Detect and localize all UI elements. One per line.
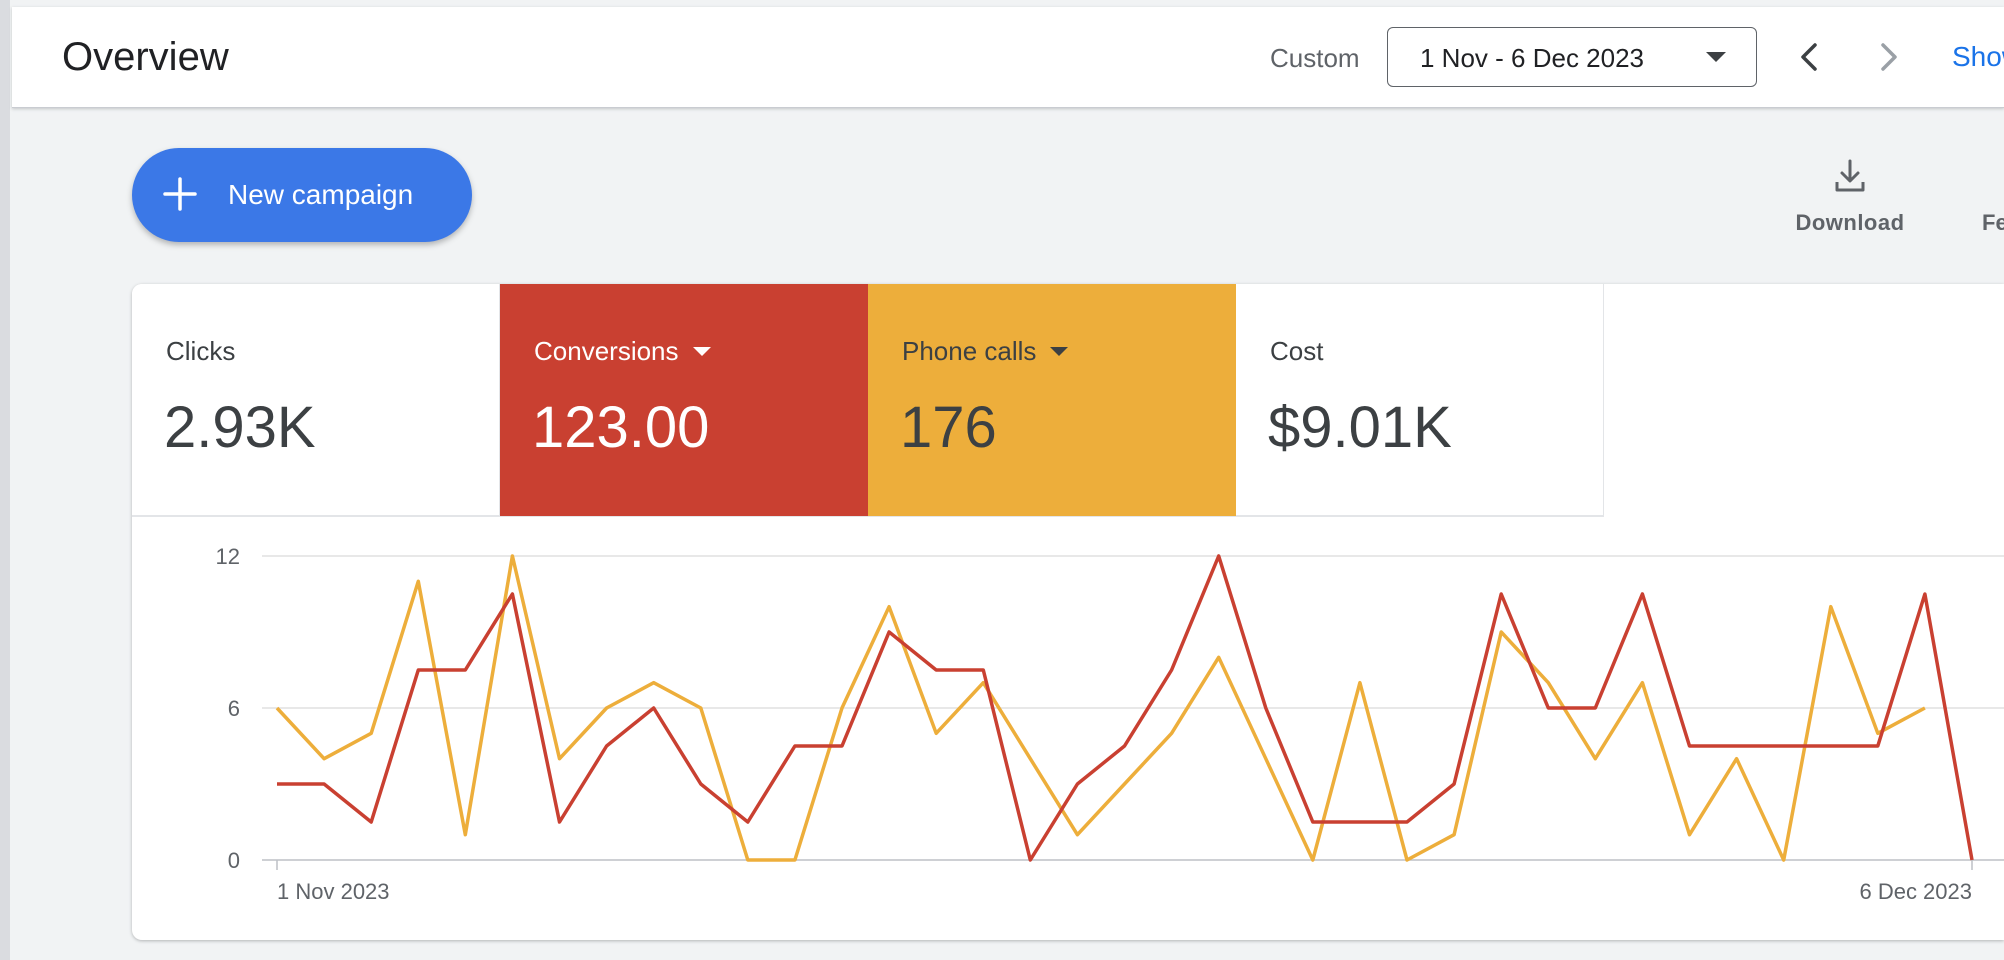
metric-title-text: Conversions — [534, 336, 679, 366]
page-title: Overview — [62, 35, 229, 79]
download-icon — [1835, 159, 1865, 192]
next-period-button[interactable] — [1868, 37, 1908, 77]
chevron-right-icon — [1881, 43, 1897, 71]
metric-card-cost[interactable]: Cost $9.01K — [1236, 284, 1604, 516]
metric-value: 123.00 — [532, 395, 710, 460]
performance-card: Clicks 2.93K Conversions 123.00 Phone ca… — [132, 284, 2004, 940]
caret-down-icon — [1050, 346, 1069, 356]
chevron-down-icon — [1706, 52, 1726, 62]
left-rail — [0, 0, 10, 960]
metric-title-text: Phone calls — [902, 336, 1037, 366]
metric-card-conversions[interactable]: Conversions 123.00 — [500, 284, 868, 516]
metric-divider — [132, 516, 1604, 517]
metric-title: Clicks — [166, 336, 236, 366]
caret-down-icon — [692, 346, 711, 356]
date-range-type-label: Custom — [1270, 43, 1360, 73]
metric-title: Conversions — [534, 336, 711, 367]
download-button[interactable]: Download — [1780, 158, 1920, 238]
date-range-value: 1 Nov - 6 Dec 2023 — [1420, 43, 1645, 73]
show-link[interactable]: Show — [1952, 41, 2004, 73]
previous-period-button[interactable] — [1790, 37, 1830, 77]
metric-value: 176 — [900, 395, 997, 460]
download-label: Download — [1795, 210, 1905, 235]
metric-title: Cost — [1270, 336, 1324, 366]
chevron-left-icon — [1801, 43, 1817, 71]
date-range-select[interactable]: 1 Nov - 6 Dec 2023 — [1387, 27, 1757, 87]
metric-card-phone-calls[interactable]: Phone calls 176 — [868, 284, 1236, 516]
new-campaign-button[interactable]: New campaign — [132, 148, 472, 242]
plus-icon — [163, 177, 197, 211]
metric-value: 2.93K — [164, 395, 316, 460]
metric-value: $9.01K — [1268, 395, 1452, 460]
top-bar: Overview Custom 1 Nov - 6 Dec 2023 Show — [12, 7, 2004, 108]
new-campaign-label: New campaign — [228, 179, 414, 210]
metric-title: Phone calls — [902, 336, 1069, 367]
metric-card-clicks[interactable]: Clicks 2.93K — [132, 284, 500, 516]
toolbar-more-button[interactable]: Fe — [1982, 210, 2004, 236]
